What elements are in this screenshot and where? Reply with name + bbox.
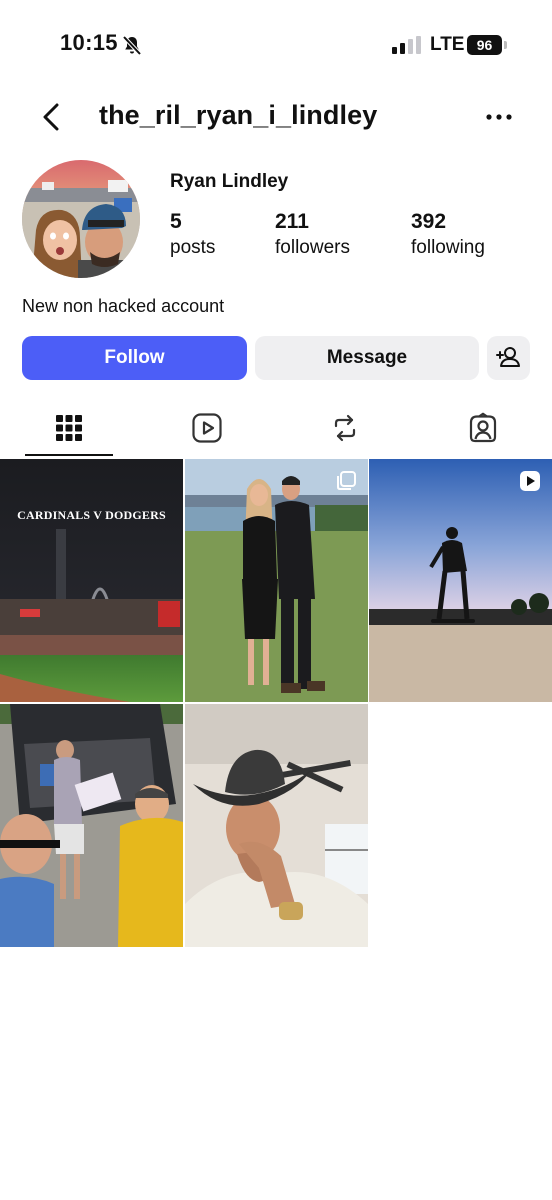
tagged-icon <box>469 412 497 443</box>
tab-tagged[interactable] <box>414 398 552 458</box>
message-button[interactable]: Message <box>255 336 479 380</box>
posts-count: 5 <box>170 210 182 233</box>
following-count: 392 <box>411 210 447 233</box>
add-user-button[interactable] <box>487 336 530 380</box>
post-thumbnail[interactable] <box>185 459 368 702</box>
signal-icon <box>392 36 421 54</box>
post-caption: CARDINALS V DODGERS <box>17 508 166 522</box>
reels-icon <box>192 413 222 443</box>
following-stat[interactable]: 392 following <box>411 210 485 259</box>
reposts-icon <box>334 414 356 442</box>
carousel-icon <box>337 471 356 490</box>
post-thumbnail[interactable] <box>369 459 552 702</box>
tab-reels[interactable] <box>138 398 276 458</box>
post-image <box>0 704 183 947</box>
post-image <box>185 704 368 947</box>
active-tab-indicator <box>25 454 113 456</box>
battery-level: 96 <box>467 35 502 55</box>
battery-icon: 96 <box>467 35 507 55</box>
add-user-icon <box>496 347 520 367</box>
status-bar: 10:15 LTE 96 <box>0 0 552 90</box>
followers-label: followers <box>275 237 350 258</box>
battery-tip <box>504 41 507 49</box>
post-thumbnail[interactable] <box>185 704 368 947</box>
post-image <box>185 459 368 702</box>
back-icon[interactable] <box>38 100 68 134</box>
bell-slash-icon <box>122 35 142 56</box>
follow-button[interactable]: Follow <box>22 336 247 380</box>
following-label: following <box>411 237 485 258</box>
followers-stat[interactable]: 211 followers <box>275 210 350 259</box>
post-image <box>0 459 183 702</box>
profile-header: the_ril_ryan_i_lindley <box>0 90 552 145</box>
post-image <box>369 459 552 702</box>
profile-tabs <box>0 398 552 458</box>
tab-posts[interactable] <box>0 398 138 458</box>
username-title: the_ril_ryan_i_lindley <box>99 100 378 130</box>
post-thumbnail[interactable]: CARDINALS V DODGERS <box>0 459 183 702</box>
bio-text: New non hacked account <box>22 296 225 316</box>
posts-stat[interactable]: 5 posts <box>170 210 215 259</box>
followers-count: 211 <box>275 210 309 233</box>
post-thumbnail[interactable] <box>0 704 183 947</box>
more-icon[interactable] <box>484 105 514 129</box>
display-name: Ryan Lindley <box>170 171 289 192</box>
reel-icon <box>520 471 540 491</box>
network-label: LTE <box>430 34 465 55</box>
avatar[interactable] <box>22 160 140 278</box>
status-time: 10:15 <box>60 30 118 55</box>
grid-icon <box>56 415 82 441</box>
posts-label: posts <box>170 237 216 258</box>
tab-reposts[interactable] <box>276 398 414 458</box>
